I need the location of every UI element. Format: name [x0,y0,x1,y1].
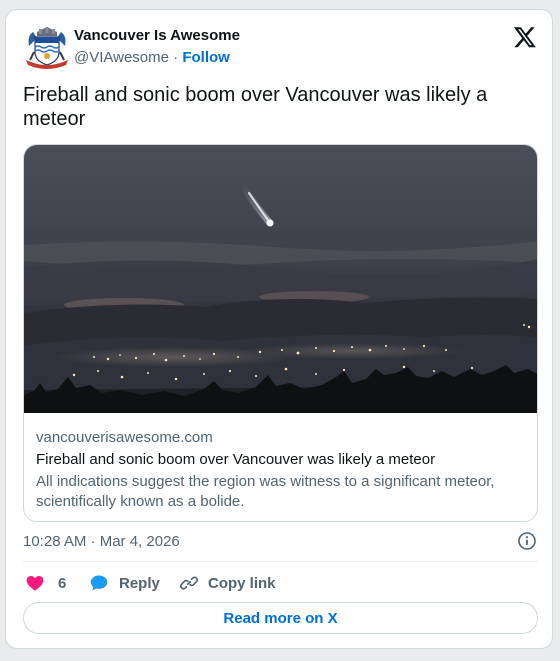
link-domain: vancouverisawesome.com [36,429,213,446]
link-title: Fireball and sonic boom over Vancouver w… [36,451,436,468]
author-name[interactable]: Vancouver Is Awesome [74,27,240,44]
copy-link-label: Copy link [208,574,276,592]
read-more-label: Read more on X [223,609,338,627]
follow-button[interactable]: Follow [182,49,230,66]
info-icon[interactable] [517,531,537,551]
reply-button[interactable]: Reply [89,572,160,594]
read-more-button[interactable]: Read more on X [23,602,538,634]
post-timestamp[interactable]: 10:28 AM · Mar 4, 2026 [23,533,180,550]
x-logo-icon[interactable] [513,25,537,49]
link-description: All indications suggest the region was w… [36,473,495,510]
embedded-post-card: Vancouver Is Awesome @VIAwesome · Follow… [5,9,553,649]
heart-icon [26,576,44,591]
link-icon [179,576,199,590]
divider [23,561,538,562]
author-handle[interactable]: @VIAwesome [74,49,169,66]
like-count: 6 [58,574,67,592]
meteor-night-photo [24,145,537,413]
separator-dot: · [173,49,179,66]
avatar[interactable] [23,26,71,70]
speech-bubble-icon [90,575,108,591]
post-text: Fireball and sonic boom over Vancouver w… [23,84,488,130]
copy-link-button[interactable]: Copy link [179,572,276,594]
link-preview-card[interactable]: vancouverisawesome.com Fireball and soni… [23,144,538,522]
reply-label: Reply [119,574,160,592]
like-button[interactable]: 6 [25,572,66,594]
author-meta: @VIAwesome · Follow [74,49,230,66]
